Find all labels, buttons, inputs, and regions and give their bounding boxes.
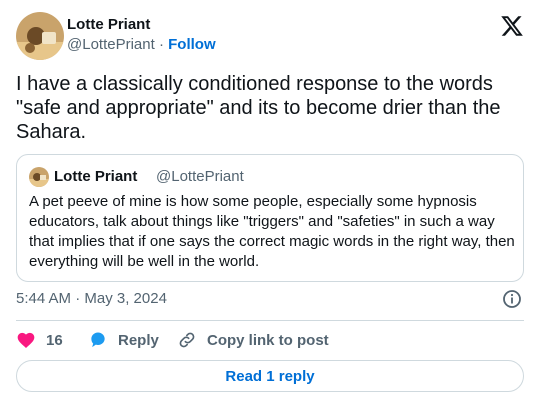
link-icon bbox=[177, 330, 197, 350]
divider bbox=[16, 320, 524, 321]
reply-bubble-icon bbox=[88, 330, 108, 350]
reply-button[interactable]: Reply bbox=[88, 330, 159, 350]
quoted-author-name: Lotte Priant bbox=[54, 168, 138, 185]
avatar[interactable] bbox=[16, 12, 64, 60]
heart-icon bbox=[16, 330, 36, 350]
like-button[interactable]: 16 bbox=[16, 330, 63, 350]
post-text: I have a classically conditioned respons… bbox=[16, 73, 501, 143]
info-icon[interactable] bbox=[502, 289, 522, 309]
reply-label: Reply bbox=[118, 331, 159, 349]
quoted-author-handle: @LottePriant bbox=[156, 168, 244, 185]
x-logo-icon[interactable] bbox=[500, 14, 524, 38]
post-timestamp[interactable]: 5:44 AM · May 3, 2024 bbox=[16, 290, 167, 308]
quoted-post-text: A pet peeve of mine is how some people, … bbox=[29, 193, 515, 270]
author-name[interactable]: Lotte Priant bbox=[67, 16, 150, 34]
read-replies-button[interactable]: Read 1 reply bbox=[16, 360, 524, 392]
follow-button[interactable]: Follow bbox=[168, 36, 216, 53]
copy-link-button[interactable]: Copy link to post bbox=[177, 330, 329, 350]
embedded-post: Lotte Priant @LottePriant · Follow I hav… bbox=[0, 0, 540, 407]
quoted-post[interactable]: Lotte Priant @LottePriant A pet peeve of… bbox=[16, 154, 524, 282]
like-count: 16 bbox=[46, 331, 63, 349]
copy-link-label: Copy link to post bbox=[207, 331, 329, 349]
author-handle-row: @LottePriant · Follow bbox=[67, 36, 216, 54]
author-handle[interactable]: @LottePriant bbox=[67, 36, 155, 53]
quoted-avatar bbox=[29, 167, 49, 187]
separator: · bbox=[158, 36, 164, 53]
